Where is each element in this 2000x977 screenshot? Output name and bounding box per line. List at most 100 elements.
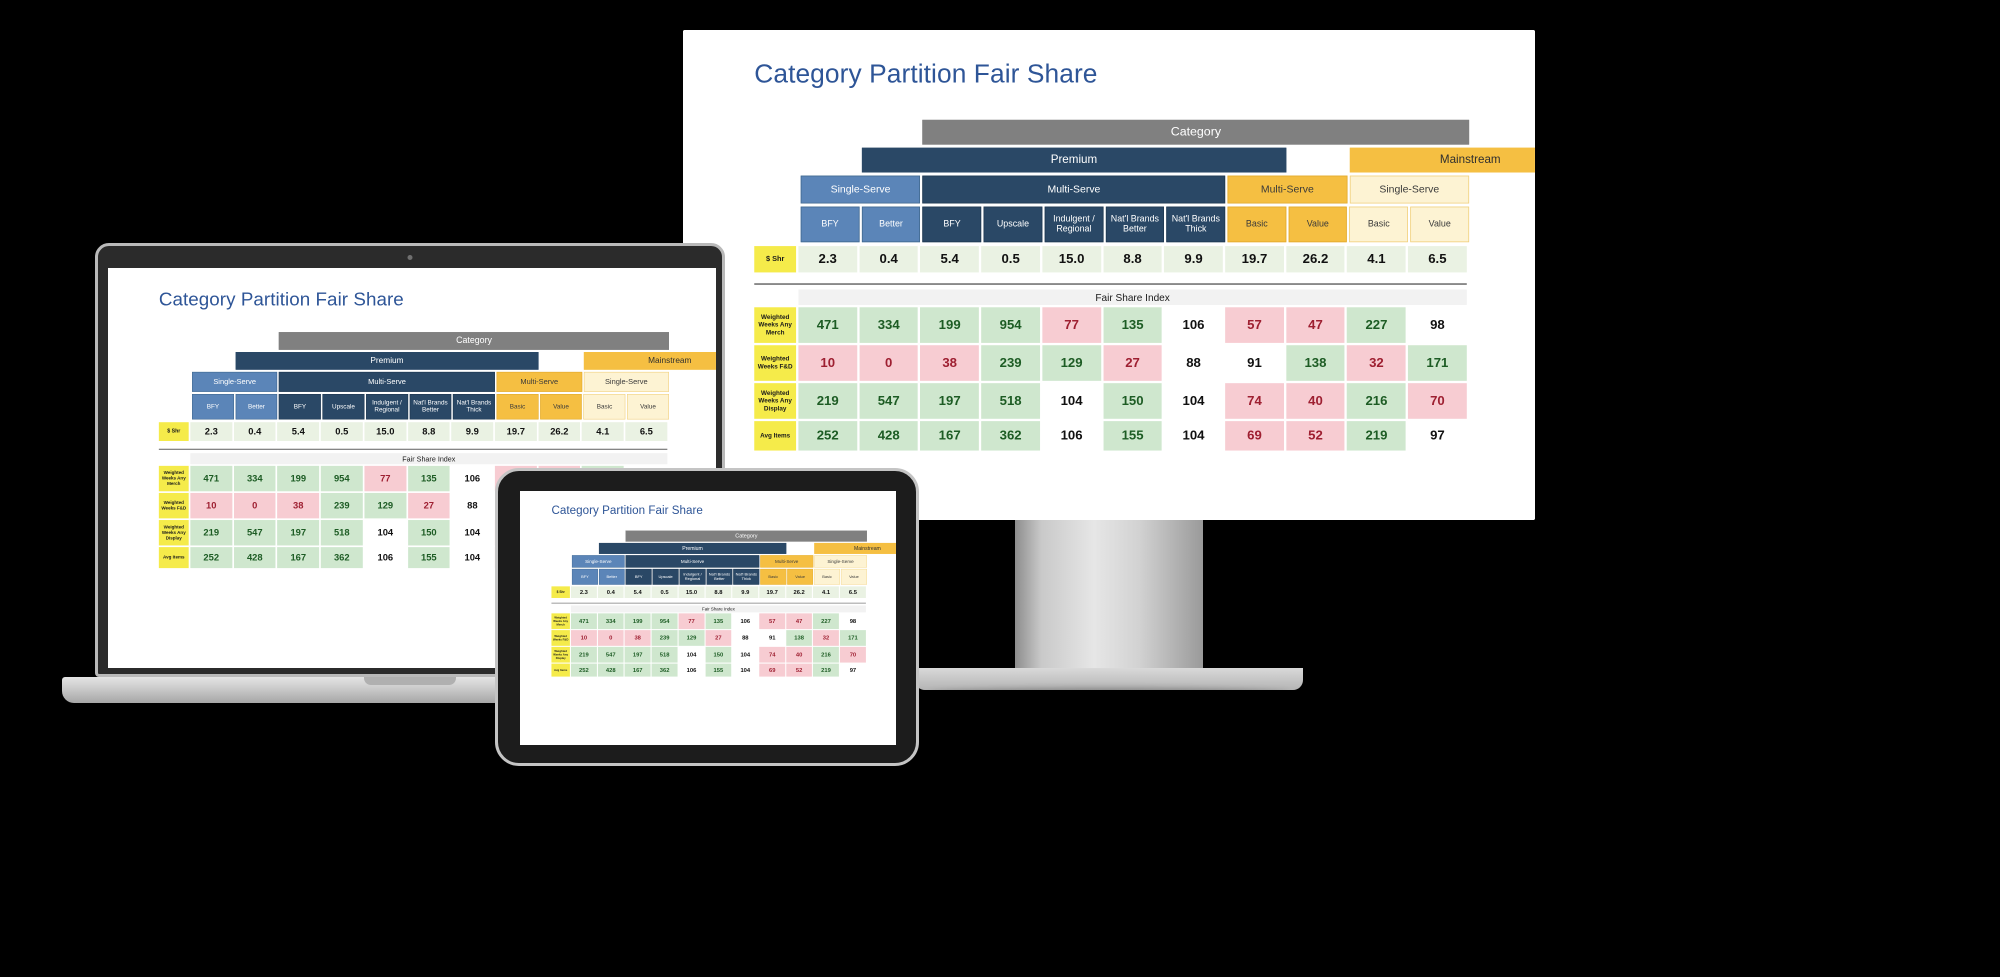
segment-header-4[interactable]: Indulgent / Regional: [1044, 206, 1104, 243]
data-cell: 167: [920, 421, 979, 451]
segment-header-9[interactable]: Basic: [814, 568, 840, 585]
data-cell: 91: [1225, 345, 1284, 381]
dollar-share-cell: 9.9: [732, 586, 759, 598]
table-row: Weighted Weeks Any Display 219 547 197 518 10…: [551, 646, 866, 663]
segment-header-10[interactable]: Value: [841, 568, 867, 585]
data-cell: 150: [407, 520, 450, 546]
data-cell: 197: [277, 520, 320, 546]
dollar-share-cell: 8.8: [407, 422, 450, 441]
data-cell: 135: [407, 465, 450, 492]
segment-header-2[interactable]: BFY: [922, 206, 982, 243]
section-divider: [754, 283, 1467, 285]
header-category[interactable]: Category: [279, 332, 669, 350]
data-cell: 334: [859, 307, 919, 343]
header-premium[interactable]: Premium: [598, 542, 787, 554]
hierarchy-level-4: BFY Better BFY Upscale Indulgent / Regional N…: [159, 394, 669, 420]
data-cell: 104: [1042, 383, 1101, 419]
section-divider: [551, 602, 866, 604]
row-label-1: Weighted Weeks F&D: [754, 345, 797, 381]
data-cell: 70: [839, 646, 866, 663]
data-cell: 77: [678, 613, 705, 630]
data-cell: 334: [597, 613, 624, 630]
segment-header-5[interactable]: Nat'l Brands Better: [409, 394, 452, 420]
data-cell: 197: [920, 383, 979, 419]
segment-header-3[interactable]: Upscale: [652, 568, 679, 585]
header-category[interactable]: Category: [922, 119, 1470, 145]
segment-header-5[interactable]: Nat'l Brands Better: [1105, 206, 1165, 243]
hierarchy-level-1: Category: [754, 119, 1470, 145]
row-label-dollar-share: $ Shr: [754, 246, 797, 273]
dollar-share-cell: 15.0: [364, 422, 407, 441]
data-cell: 954: [981, 307, 1040, 343]
data-cell: 199: [624, 613, 651, 630]
segment-header-7[interactable]: Basic: [760, 568, 787, 585]
segment-header-6[interactable]: Nat'l Brands Thick: [733, 568, 760, 585]
segment-header-4[interactable]: Indulgent / Regional: [366, 394, 408, 420]
segment-header-3[interactable]: Upscale: [322, 394, 365, 420]
header-serve-0[interactable]: Single-Serve: [800, 175, 921, 204]
header-serve-3[interactable]: Single-Serve: [814, 555, 867, 568]
slide-desktop: Category Partition Fair Share Category Pre…: [683, 30, 1535, 520]
header-serve-1[interactable]: Multi-Serve: [279, 371, 495, 392]
header-serve-1[interactable]: Multi-Serve: [922, 175, 1226, 204]
page-title: Category Partition Fair Share: [551, 503, 703, 517]
segment-header-9[interactable]: Basic: [1349, 206, 1409, 243]
segment-header-8[interactable]: Value: [787, 568, 814, 585]
segment-header-2[interactable]: BFY: [625, 568, 652, 585]
data-cell: 428: [597, 663, 624, 677]
row-label-3: Avg Items: [158, 547, 189, 569]
hierarchy-level-2: Premium Mainstream: [551, 542, 896, 554]
segment-header-8[interactable]: Value: [540, 394, 582, 420]
data-cell: 106: [1164, 307, 1223, 343]
data-cell: 74: [1225, 383, 1284, 419]
segment-header-9[interactable]: Basic: [583, 394, 626, 420]
hierarchy-level-1: Category: [551, 530, 867, 542]
data-cell: 155: [705, 663, 732, 677]
data-cell: 88: [732, 630, 759, 646]
segment-header-0[interactable]: BFY: [800, 206, 860, 243]
header-serve-3[interactable]: Single-Serve: [1349, 175, 1470, 204]
row-label-1: Weighted Weeks F&D: [158, 492, 189, 519]
segment-header-1[interactable]: Better: [861, 206, 921, 243]
data-cell: 57: [1225, 307, 1284, 343]
segment-header-0[interactable]: BFY: [192, 394, 234, 420]
header-mainstream[interactable]: Mainstream: [583, 352, 716, 370]
segment-header-8[interactable]: Value: [1288, 206, 1348, 243]
segment-header-4[interactable]: Indulgent / Regional: [679, 568, 706, 585]
header-serve-2[interactable]: Multi-Serve: [1227, 175, 1348, 204]
header-serve-2[interactable]: Multi-Serve: [760, 555, 814, 568]
data-cell: 32: [1347, 345, 1406, 381]
header-category[interactable]: Category: [625, 530, 867, 542]
header-premium[interactable]: Premium: [235, 352, 539, 370]
data-cell: 518: [981, 383, 1040, 419]
header-mainstream[interactable]: Mainstream: [814, 542, 896, 554]
segment-header-10[interactable]: Value: [1410, 206, 1470, 243]
dollar-share-cell: 19.7: [759, 586, 786, 598]
segment-header-10[interactable]: Value: [627, 394, 669, 420]
header-mainstream[interactable]: Mainstream: [1349, 147, 1535, 173]
segment-header-7[interactable]: Basic: [496, 394, 539, 420]
segment-header-6[interactable]: Nat'l Brands Thick: [453, 394, 495, 420]
table-row: Avg Items252428167362106155104695221997: [551, 663, 866, 677]
segment-header-3[interactable]: Upscale: [983, 206, 1043, 243]
segment-header-2[interactable]: BFY: [279, 394, 321, 420]
segment-header-5[interactable]: Nat'l Brands Better: [706, 568, 733, 585]
table-row: Weighted Weeks F&D1003823912927889113832…: [754, 345, 1467, 381]
header-serve-3[interactable]: Single-Serve: [583, 371, 669, 392]
segment-header-1[interactable]: Better: [598, 568, 625, 585]
dollar-share-cell: 2.3: [570, 586, 597, 598]
segment-header-0[interactable]: BFY: [571, 568, 598, 585]
segment-header-6[interactable]: Nat'l Brands Thick: [1166, 206, 1226, 243]
header-premium[interactable]: Premium: [861, 147, 1287, 173]
segment-header-1[interactable]: Better: [235, 394, 278, 420]
dollar-share-cell: 0.5: [651, 586, 678, 598]
header-serve-0[interactable]: Single-Serve: [192, 371, 278, 392]
header-serve-1[interactable]: Multi-Serve: [625, 555, 760, 568]
data-cell: 216: [1347, 383, 1406, 419]
data-cell: 106: [678, 663, 705, 677]
header-serve-2[interactable]: Multi-Serve: [496, 371, 582, 392]
dollar-share-cell: 2.3: [798, 246, 858, 273]
segment-header-7[interactable]: Basic: [1227, 206, 1287, 243]
header-serve-0[interactable]: Single-Serve: [571, 555, 625, 568]
data-cell: 10: [570, 630, 597, 646]
